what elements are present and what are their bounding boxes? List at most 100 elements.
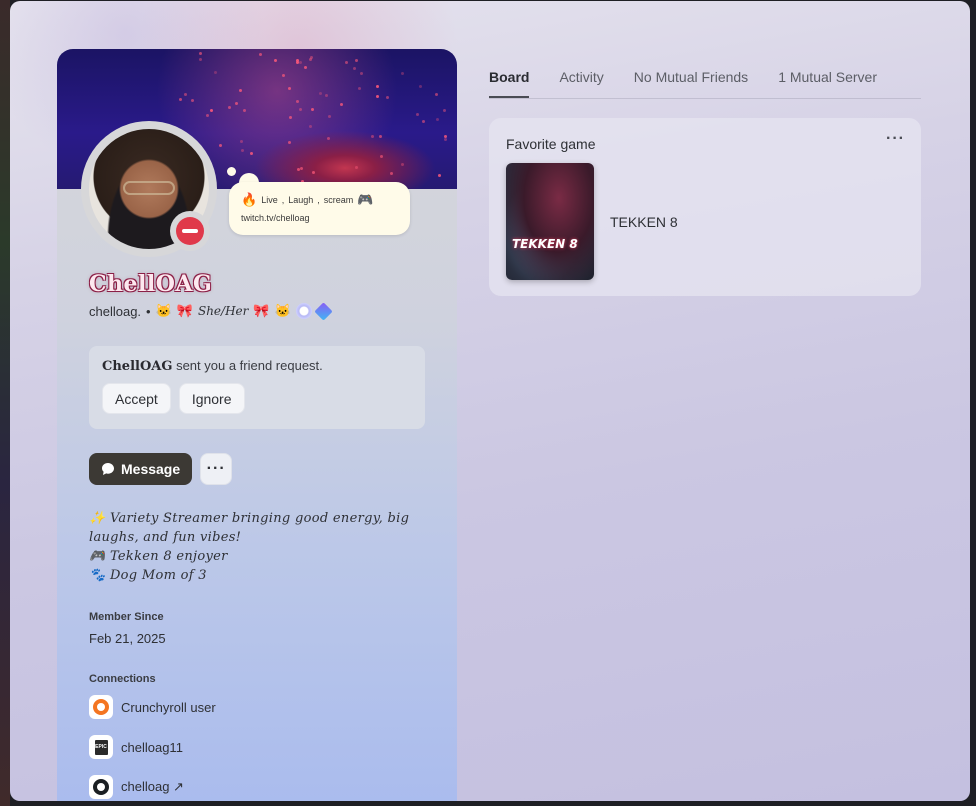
chat-bubble-icon (102, 463, 114, 475)
banner-sparkle (345, 61, 348, 64)
friend-request-actions: Accept Ignore (102, 383, 412, 414)
ignore-button[interactable]: Ignore (178, 383, 245, 414)
banner-sparkle (319, 92, 322, 95)
cat-emoji-icon: 🐱 (155, 303, 172, 318)
banner-sparkle (422, 120, 425, 123)
banner-sparkle (438, 174, 441, 177)
banner-sparkle (179, 98, 182, 101)
banner-sparkle (297, 168, 300, 171)
banner-sparkle (355, 166, 358, 169)
banner-sparkle (379, 135, 382, 138)
gamepad-icon: 🎮 (357, 192, 374, 207)
banner-sparkle (416, 113, 419, 116)
banner-sparkle (436, 118, 439, 121)
banner-sparkle (235, 102, 238, 105)
banner-sparkle (401, 72, 404, 75)
connections-label: Connections (89, 673, 156, 685)
connection-item[interactable]: chelloag ↗ (89, 775, 184, 799)
banner-sparkle (327, 137, 330, 140)
game-name: TEKKEN 8 (610, 214, 678, 230)
tab-mutual-friends[interactable]: No Mutual Friends (634, 69, 748, 98)
bow-emoji-icon: 🎀 (176, 303, 193, 318)
banner-sparkle (360, 72, 363, 75)
background-app-strip (0, 0, 10, 806)
member-since-label: Member Since (89, 611, 164, 623)
banner-sparkle (274, 59, 277, 62)
banner-sparkle (309, 58, 312, 61)
connection-item[interactable]: Crunchyroll user (89, 695, 216, 719)
banner-sparkle (386, 96, 389, 99)
bio-line: Dog Mom of 3 (109, 568, 207, 583)
friend-request-box: ChellOAG sent you a friend request. Acce… (89, 346, 425, 429)
banner-sparkle (419, 85, 422, 88)
banner-sparkle (304, 66, 307, 69)
connection-name: chelloag11 (121, 739, 183, 755)
connection-name[interactable]: chelloag ↗ (121, 779, 184, 795)
banner-sparkle (199, 52, 202, 55)
hypesquad-badge-icon[interactable] (295, 303, 312, 319)
banner-sparkle (309, 125, 312, 128)
display-name: ChellOAG (89, 271, 213, 297)
banner-sparkle (312, 171, 315, 174)
member-since-value: Feb 21, 2025 (89, 631, 166, 646)
favorite-game-card: Favorite game ··· TEKKEN 8 TEKKEN 8 (489, 118, 921, 296)
banner-sparkle (401, 163, 404, 166)
banner-sparkle (228, 106, 231, 109)
epic-games-icon: EPIC (89, 735, 113, 759)
banner-sparkle (243, 109, 246, 112)
banner-sparkle (288, 87, 291, 90)
favorite-game-title: Favorite game (506, 136, 596, 152)
cat-emoji-icon: 🐱 (274, 303, 291, 318)
banner-sparkle (299, 108, 302, 111)
tabs-divider (489, 98, 921, 99)
banner-sparkle (299, 61, 302, 64)
tab-activity[interactable]: Activity (559, 69, 603, 98)
user-profile-modal: 🔥 Live, Laugh, scream 🎮 twitch.tv/chello… (10, 1, 970, 801)
banner-sparkle (390, 172, 393, 175)
status-word: scream (323, 195, 354, 206)
friend-request-text: ChellOAG sent you a friend request. (102, 358, 412, 374)
banner-sparkle (296, 100, 299, 103)
banner-sparkle (325, 94, 328, 97)
more-options-button[interactable]: ··· (200, 453, 233, 485)
banner-sparkle (376, 95, 379, 98)
message-button[interactable]: Message (89, 453, 193, 485)
banner-sparkle (199, 58, 202, 61)
status-comma: , (281, 195, 285, 206)
connection-item[interactable]: EPIC chelloag11 (89, 735, 183, 759)
username[interactable]: chelloag. (89, 304, 141, 319)
banner-sparkle (443, 109, 446, 112)
gamepad-icon: 🎮 (89, 549, 106, 564)
banner-sparkle (210, 109, 213, 112)
do-not-disturb-status-icon (170, 211, 210, 251)
banner-sparkle (311, 108, 314, 111)
banner-sparkle (240, 140, 243, 143)
banner-sparkle (206, 114, 209, 117)
accept-button[interactable]: Accept (102, 383, 171, 414)
tab-mutual-servers[interactable]: 1 Mutual Server (778, 69, 877, 98)
banner-sparkle (371, 135, 374, 138)
nitro-gem-badge-icon[interactable] (314, 301, 333, 321)
tab-board[interactable]: Board (489, 69, 530, 98)
status-word: Live (261, 195, 278, 206)
separator: • (146, 303, 151, 319)
profile-tabs: Board Activity No Mutual Friends 1 Mutua… (489, 69, 877, 98)
status-word: Laugh (288, 195, 314, 206)
bio-line: Variety Streamer bringing good energy, b… (89, 511, 410, 545)
card-more-options-button[interactable]: ··· (886, 130, 905, 148)
banner-sparkle (300, 167, 303, 170)
banner-sparkle (340, 103, 343, 106)
pronouns: She/Her (197, 304, 249, 318)
game-cover-image[interactable]: TEKKEN 8 (506, 163, 594, 280)
banner-sparkle (355, 59, 358, 62)
banner-sparkle (380, 155, 383, 158)
paw-emoji-icon: 🐾 (89, 568, 106, 583)
banner-sparkle (288, 141, 291, 144)
banner-sparkle (239, 89, 242, 92)
banner-sparkle (214, 71, 217, 74)
banner-sparkle (328, 115, 331, 118)
banner-sparkle (296, 59, 299, 62)
custom-status-bubble: 🔥 Live, Laugh, scream 🎮 twitch.tv/chello… (229, 182, 410, 235)
bow-emoji-icon: 🎀 (253, 303, 270, 318)
connection-name: Crunchyroll user (121, 699, 216, 715)
